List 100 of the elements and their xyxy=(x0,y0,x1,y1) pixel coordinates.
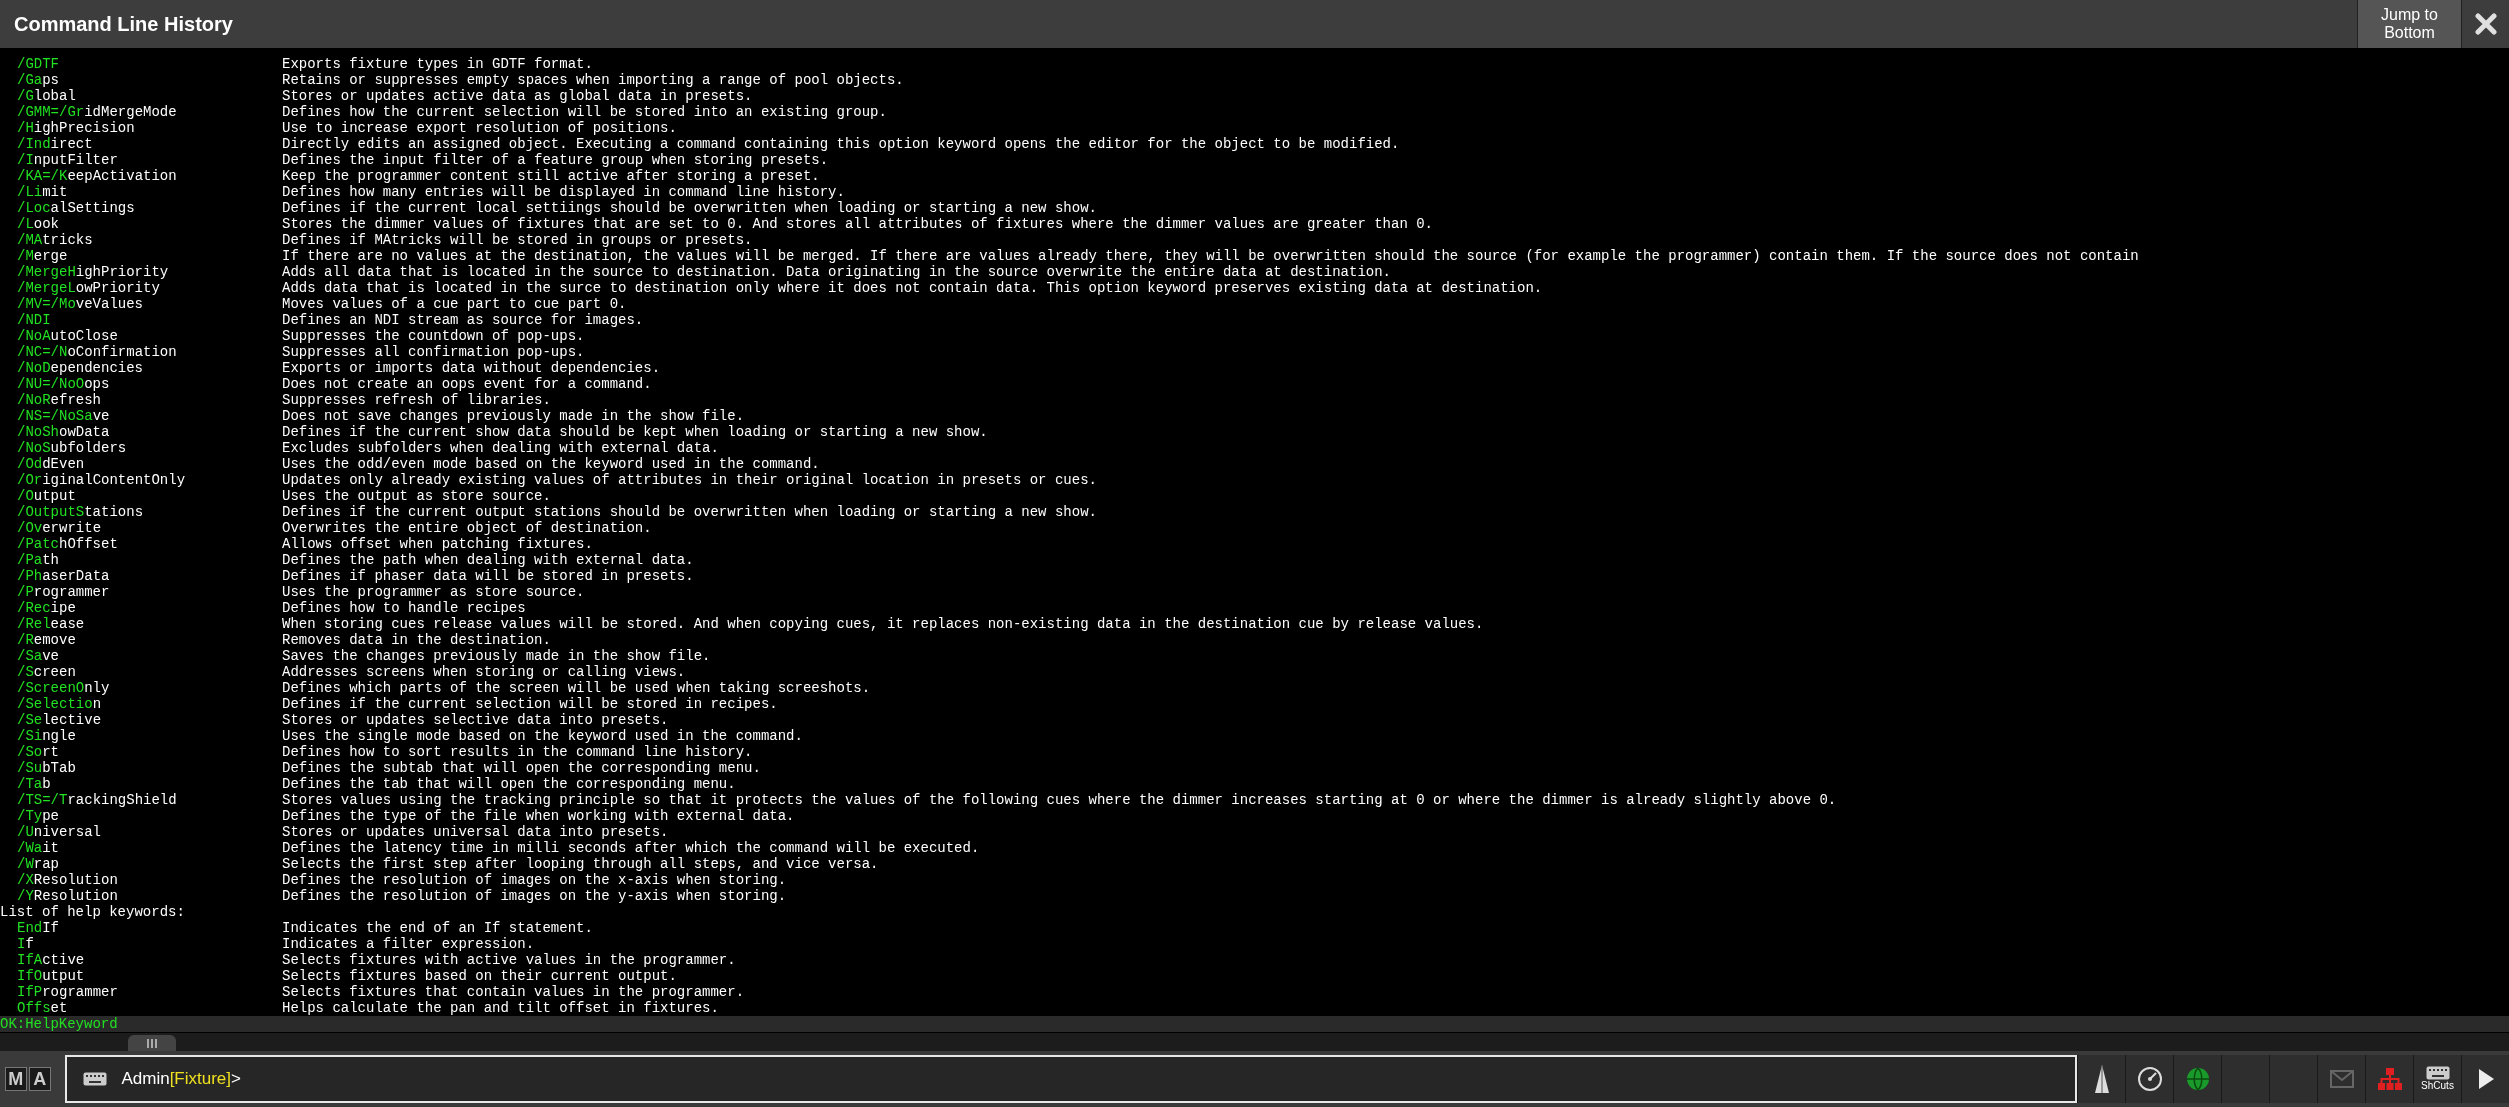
keyword: /Sort xyxy=(17,744,60,760)
cone-icon-button[interactable] xyxy=(2077,1055,2125,1103)
command-input[interactable]: Admin[Fixture]> xyxy=(65,1055,2077,1103)
keyword: /Selective xyxy=(17,712,102,728)
keyword-description: Adds data that is located in the surce to destination only where it does not contain data. This option keyword preserves existing data at destination. xyxy=(282,280,1543,296)
globe-icon xyxy=(2184,1066,2211,1092)
keyword: /InputFilter xyxy=(17,152,118,168)
keyword-description: Suppresses all confirmation pop-ups. xyxy=(282,344,585,360)
keyword: /SubTab xyxy=(17,760,76,776)
keyword: /NoRefresh xyxy=(17,392,102,408)
keyword-description: When storing cues release values will be stored. And when copying cues, it replaces non-existing data in the destination cue by release values. xyxy=(282,616,1484,632)
keyword: /NoShowData xyxy=(17,424,110,440)
keyboard-icon xyxy=(2425,1066,2450,1080)
keyword-description: Helps calculate the pan and tilt offset in fixtures. xyxy=(282,1000,719,1016)
keyword-description: Stores or updates active data as global data in presets. xyxy=(282,88,753,104)
keyword-description: Suppresses the countdown of pop-ups. xyxy=(282,328,585,344)
command-prompt: Admin[Fixture]> xyxy=(121,1068,241,1091)
keyword-description: Saves the changes previously made in the show file. xyxy=(282,648,711,664)
keyword-description: Retains or suppresses empty spaces when importing a range of pool objects. xyxy=(282,72,904,88)
keyword: /NS=/NoSave xyxy=(17,408,110,424)
keyword: /Output xyxy=(17,488,76,504)
keyword: /GMM=/GridMergeMode xyxy=(17,104,177,120)
gauge-button[interactable] xyxy=(2125,1055,2173,1103)
keyword: /Recipe xyxy=(17,600,76,616)
keyword-description: Does not save changes previously made in the show file. xyxy=(282,408,745,424)
keyword: /Universal xyxy=(17,824,102,840)
network-button[interactable] xyxy=(2173,1055,2221,1103)
play-icon xyxy=(2476,1068,2495,1090)
keyword-description: Defines the resolution of images on the y-axis when storing. xyxy=(282,888,787,904)
gauge-icon xyxy=(2136,1066,2163,1092)
keyword: /Tab xyxy=(17,776,51,792)
keyword: /MAtricks xyxy=(17,232,93,248)
play-button[interactable] xyxy=(2461,1055,2509,1103)
keyword: /Wrap xyxy=(17,856,60,872)
keyword-description: Defines how the current selection will be stored into an existing group. xyxy=(282,104,887,120)
keyword-description: Defines if MAtricks will be stored in groups or presets. xyxy=(282,232,753,248)
jump-to-bottom-button[interactable]: Jump to Bottom xyxy=(2357,0,2461,48)
keyword: /Selection xyxy=(17,696,102,712)
keyword-description: Selects fixtures with active values in the programmer. xyxy=(282,952,736,968)
window-title: Command Line History xyxy=(14,12,233,37)
keyword-description: Defines if the current local settiings should be overwritten when loading or starting a new show. xyxy=(282,200,1097,216)
resize-handle[interactable] xyxy=(128,1035,176,1051)
keyword: /OddEven xyxy=(17,456,85,472)
keyword: /LocalSettings xyxy=(17,200,135,216)
keyword-description: Overwrites the entire object of destination. xyxy=(282,520,652,536)
keyword: /NDI xyxy=(17,312,51,328)
keyword-description: Uses the single mode based on the keyword used in the command. xyxy=(282,728,803,744)
keyword: /Single xyxy=(17,728,76,744)
shortcuts-button[interactable]: ShCuts xyxy=(2413,1055,2461,1103)
envelope-icon xyxy=(2329,1070,2354,1088)
keyword-description: Selects fixtures based on their current output. xyxy=(282,968,677,984)
keyword-description: Defines an NDI stream as source for images. xyxy=(282,312,644,328)
keyword-description: Defines if the current show data should be kept when loading or starting a new show. xyxy=(282,424,988,440)
network-status-button[interactable] xyxy=(2365,1055,2413,1103)
keyword-description: Stores or updates universal data into presets. xyxy=(282,824,669,840)
keyword: /Indirect xyxy=(17,136,93,152)
keyword: If xyxy=(17,936,34,952)
keyword-description: Exports or imports data without dependencies. xyxy=(282,360,661,376)
keyword: /Look xyxy=(17,216,60,232)
keyword-description: Defines the path when dealing with external data. xyxy=(282,552,694,568)
keyword-description: Defines if phaser data will be stored in presets. xyxy=(282,568,694,584)
logo[interactable]: M A xyxy=(0,1067,56,1091)
keyword-description: Addresses screens when storing or calling views. xyxy=(282,664,686,680)
cone-icon xyxy=(2093,1064,2110,1094)
keyword: /PhaserData xyxy=(17,568,110,584)
keyword-description: Defines the input filter of a feature group when storing presets. xyxy=(282,152,829,168)
keyword: Offset xyxy=(17,1000,68,1016)
keyboard-icon xyxy=(83,1072,108,1086)
keyword-description: Stores or updates selective data into presets. xyxy=(282,712,669,728)
keyword-description: Selects the first step after looping through all steps, and vice versa. xyxy=(282,856,879,872)
keyword: /MergeHighPriority xyxy=(17,264,169,280)
keyword-description: Stores the dimmer values of fixtures that are set to 0. And stores all attributes of fixtures where the dimmer values are greater than 0. xyxy=(282,216,1433,232)
keyword-description: Defines how many entries will be displayed in command line history. xyxy=(282,184,845,200)
keyword: /Gaps xyxy=(17,72,60,88)
keyword-description: Defines which parts of the screen will be used when taking screeshots. xyxy=(282,680,871,696)
keyword-description: Use to increase export resolution of positions. xyxy=(282,120,677,136)
keyword-description: Uses the programmer as store source. xyxy=(282,584,585,600)
keyword: /OutputStations xyxy=(17,504,144,520)
keyword-description: Defines if the current output stations should be overwritten when loading or starting a new show. xyxy=(282,504,1097,520)
keyword: /Global xyxy=(17,88,76,104)
keyword-description: Indicates a filter expression. xyxy=(282,936,535,952)
keyword-description: Defines the resolution of images on the x-axis when storing. xyxy=(282,872,787,888)
keyword: /MergeLowPriority xyxy=(17,280,160,296)
mail-button[interactable] xyxy=(2317,1055,2365,1103)
keyword: /NoDependencies xyxy=(17,360,144,376)
keyword-description: Defines the subtab that will open the corresponding menu. xyxy=(282,760,761,776)
keyword-description: Defines the type of the file when working with external data. xyxy=(282,808,795,824)
keyword: /HighPrecision xyxy=(17,120,135,136)
keyword: /GDTF xyxy=(17,56,59,72)
keyword-description: Does not create an oops event for a command. xyxy=(282,376,652,392)
keyword-description: Exports fixture types in GDTF format. xyxy=(282,56,593,72)
keyword: /PatchOffset xyxy=(17,536,118,552)
keyword-description: Excludes subfolders when dealing with external data. xyxy=(282,440,719,456)
keyword: /Path xyxy=(17,552,60,568)
keyword: /XResolution xyxy=(17,872,118,888)
keyword-description: Moves values of a cue part to cue part 0. xyxy=(282,296,627,312)
keyword: /Merge xyxy=(17,248,68,264)
keyword-description: Defines the latency time in milli seconds after which the command will be executed. xyxy=(282,840,980,856)
keyword: /MV=/MoveValues xyxy=(17,296,144,312)
keyword-description: Selects fixtures that contain values in the programmer. xyxy=(282,984,745,1000)
